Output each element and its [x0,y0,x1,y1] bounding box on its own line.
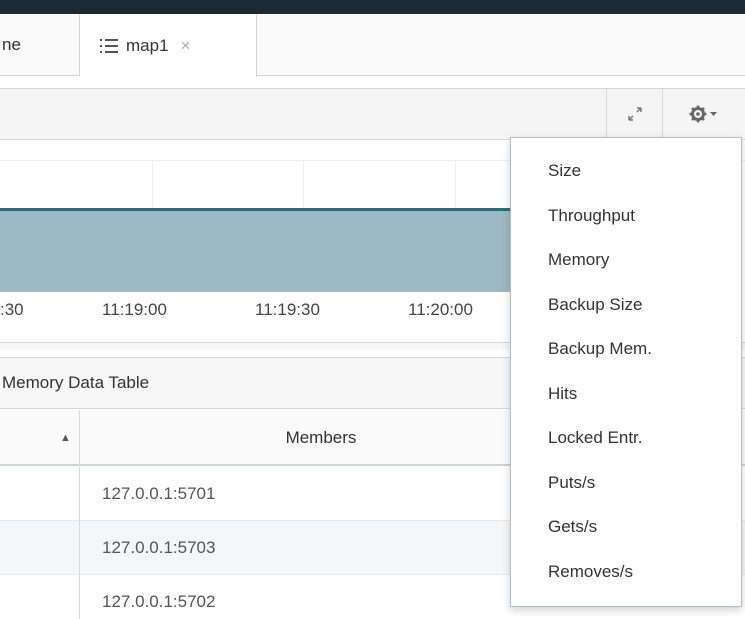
expand-icon [627,107,642,121]
members-column-header[interactable]: Members [81,410,561,466]
x-tick-label: 11:19:30 [255,300,320,319]
gear-icon [689,105,717,123]
sort-ascending-icon: ▲ [60,432,71,444]
members-column-label: Members [285,428,357,447]
x-tick-label: :30 [0,300,24,319]
member-address: 127.0.0.1:5703 [102,538,216,557]
menu-item-hits[interactable]: Hits [511,383,741,428]
table-title: Memory Data Table [2,373,150,392]
tab-previous[interactable]: ne [0,14,80,76]
sortable-column-header[interactable]: ▲ [0,410,80,466]
menu-item-memory[interactable]: Memory [511,249,741,294]
close-icon[interactable]: × [181,36,191,56]
menu-item-backup-mem[interactable]: Backup Mem. [511,338,741,383]
tab-previous-label: ne [2,35,21,54]
x-tick-label: 11:20:00 [408,300,473,319]
tab-strip: ne map1 × [0,14,745,77]
x-tick-label: 11:19:00 [102,300,167,319]
expand-button[interactable] [606,89,662,139]
menu-item-locked-entries[interactable]: Locked Entr. [511,427,741,472]
list-icon [100,37,118,55]
member-address: 127.0.0.1:5702 [102,592,216,611]
menu-item-puts-per-second[interactable]: Puts/s [511,472,741,517]
menu-item-size[interactable]: Size [511,160,741,205]
menu-item-throughput[interactable]: Throughput [511,205,741,250]
settings-dropdown-button[interactable] [662,89,745,139]
panel-toolbar [0,88,745,140]
tab-map1[interactable]: map1 × [80,14,257,77]
chart-area-series [0,208,520,292]
tab-map1-label: map1 [126,35,169,55]
member-address: 127.0.0.1:5701 [102,484,216,503]
metric-dropdown-menu: Size Throughput Memory Backup Size Backu… [510,137,742,607]
table-cell [0,575,80,619]
menu-item-backup-size[interactable]: Backup Size [511,294,741,339]
menu-item-removes-per-second[interactable]: Removes/s [511,561,741,606]
menu-item-gets-per-second[interactable]: Gets/s [511,516,741,561]
table-cell [0,467,80,521]
top-bar [0,0,745,14]
table-cell [0,521,80,575]
